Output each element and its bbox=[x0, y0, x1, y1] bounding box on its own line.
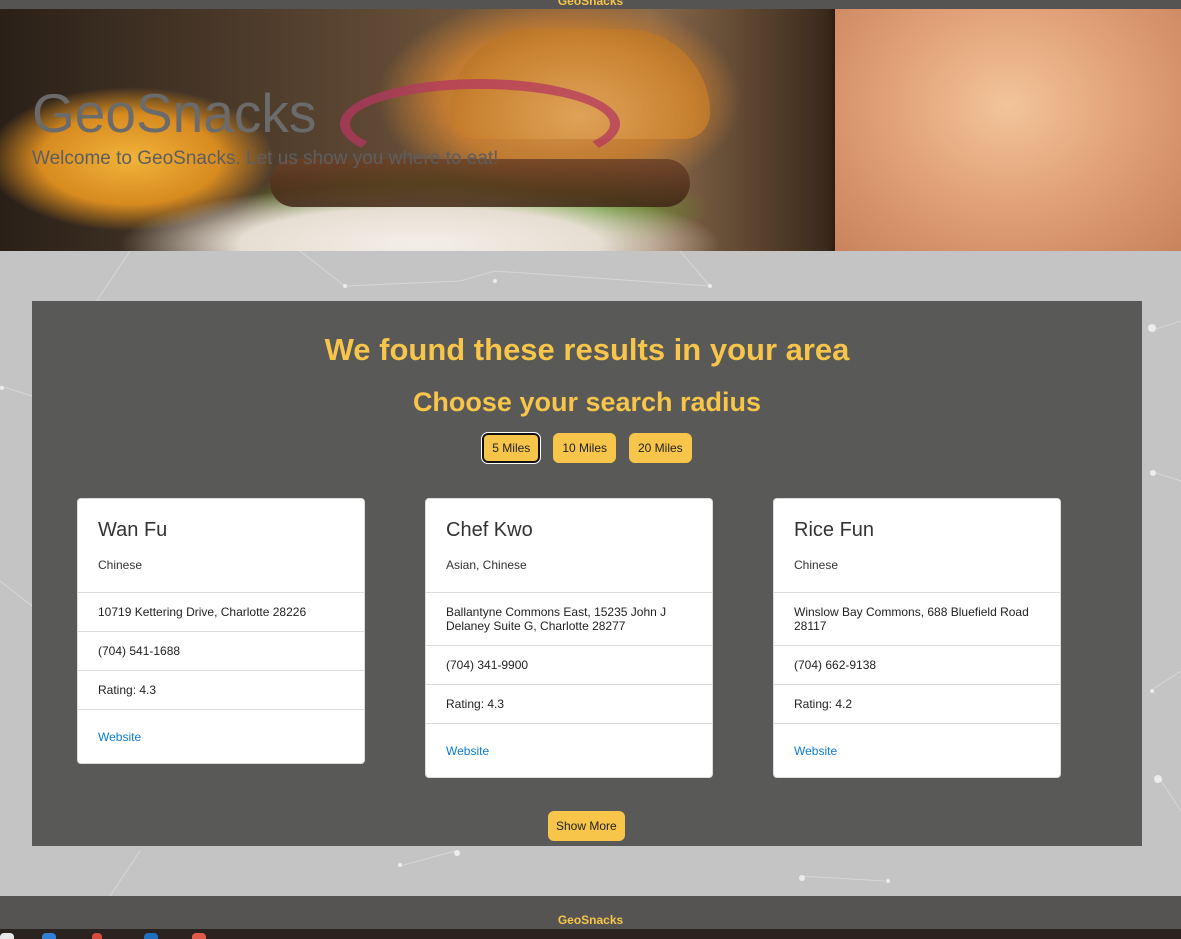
radius-selector: 5 Miles 10 Miles 20 Miles bbox=[32, 432, 1142, 464]
card-footer: Website bbox=[774, 724, 1060, 777]
radius-20-miles-button[interactable]: 20 Miles bbox=[629, 433, 692, 463]
taskbar-app-icon[interactable] bbox=[92, 933, 102, 939]
restaurant-rating: Rating: 4.2 bbox=[774, 685, 1060, 724]
restaurant-category: Asian, Chinese bbox=[446, 558, 527, 572]
results-heading: We found these results in your area bbox=[324, 332, 850, 367]
restaurant-address: Ballantyne Commons East, 15235 John J De… bbox=[426, 593, 712, 646]
results-panel: We found these results in your area Choo… bbox=[32, 301, 1142, 846]
restaurant-rating: Rating: 4.3 bbox=[426, 685, 712, 724]
taskbar-app-icon[interactable] bbox=[144, 933, 158, 939]
restaurant-card: Wan Fu Chinese 10719 Kettering Drive, Ch… bbox=[77, 498, 365, 764]
restaurant-address: Winslow Bay Commons, 688 Bluefield Road … bbox=[774, 593, 1060, 646]
restaurant-name: Rice Fun bbox=[794, 519, 875, 541]
taskbar-app-icon[interactable] bbox=[42, 933, 56, 939]
restaurant-phone: (704) 541-1688 bbox=[78, 632, 364, 671]
footer: GeoSnacks bbox=[0, 896, 1181, 929]
restaurant-website-link[interactable]: Website bbox=[98, 730, 141, 744]
hero-subtitle: Welcome to GeoSnacks. Let us show you wh… bbox=[32, 148, 499, 169]
restaurant-card: Rice Fun Chinese Winslow Bay Commons, 68… bbox=[773, 498, 1061, 778]
hero-title: GeoSnacks bbox=[32, 82, 317, 144]
os-taskbar bbox=[0, 929, 1181, 939]
card-footer: Website bbox=[426, 724, 712, 777]
radius-heading: Choose your search radius bbox=[412, 387, 762, 417]
restaurant-rating: Rating: 4.3 bbox=[78, 671, 364, 710]
restaurant-website-link[interactable]: Website bbox=[446, 744, 489, 758]
card-footer: Website bbox=[78, 710, 364, 763]
footer-title: GeoSnacks bbox=[557, 913, 624, 927]
taskbar-app-icon[interactable] bbox=[192, 933, 206, 939]
restaurant-card: Chef Kwo Asian, Chinese Ballantyne Commo… bbox=[425, 498, 713, 778]
radius-5-miles-button[interactable]: 5 Miles bbox=[481, 432, 542, 464]
card-header: Wan Fu Chinese bbox=[78, 499, 364, 593]
restaurant-address: 10719 Kettering Drive, Charlotte 28226 bbox=[78, 593, 364, 632]
card-header: Chef Kwo Asian, Chinese bbox=[426, 499, 712, 593]
restaurant-phone: (704) 662-9138 bbox=[774, 646, 1060, 685]
show-more-button[interactable]: Show More bbox=[548, 811, 625, 841]
restaurant-category: Chinese bbox=[794, 558, 839, 572]
taskbar-app-icon[interactable] bbox=[0, 933, 14, 939]
restaurant-category: Chinese bbox=[98, 558, 143, 572]
hero-background-right bbox=[835, 9, 1181, 251]
radius-10-miles-button[interactable]: 10 Miles bbox=[553, 433, 616, 463]
restaurant-phone: (704) 341-9900 bbox=[426, 646, 712, 685]
restaurant-name: Wan Fu bbox=[98, 519, 168, 541]
restaurant-name: Chef Kwo bbox=[446, 519, 533, 541]
restaurant-website-link[interactable]: Website bbox=[794, 744, 837, 758]
top-nav-bar: GeoSnacks bbox=[0, 0, 1181, 9]
top-nav-title[interactable]: GeoSnacks bbox=[558, 0, 623, 8]
card-header: Rice Fun Chinese bbox=[774, 499, 1060, 593]
hero-banner: GeoSnacks Welcome to GeoSnacks. Let us s… bbox=[0, 9, 1181, 251]
